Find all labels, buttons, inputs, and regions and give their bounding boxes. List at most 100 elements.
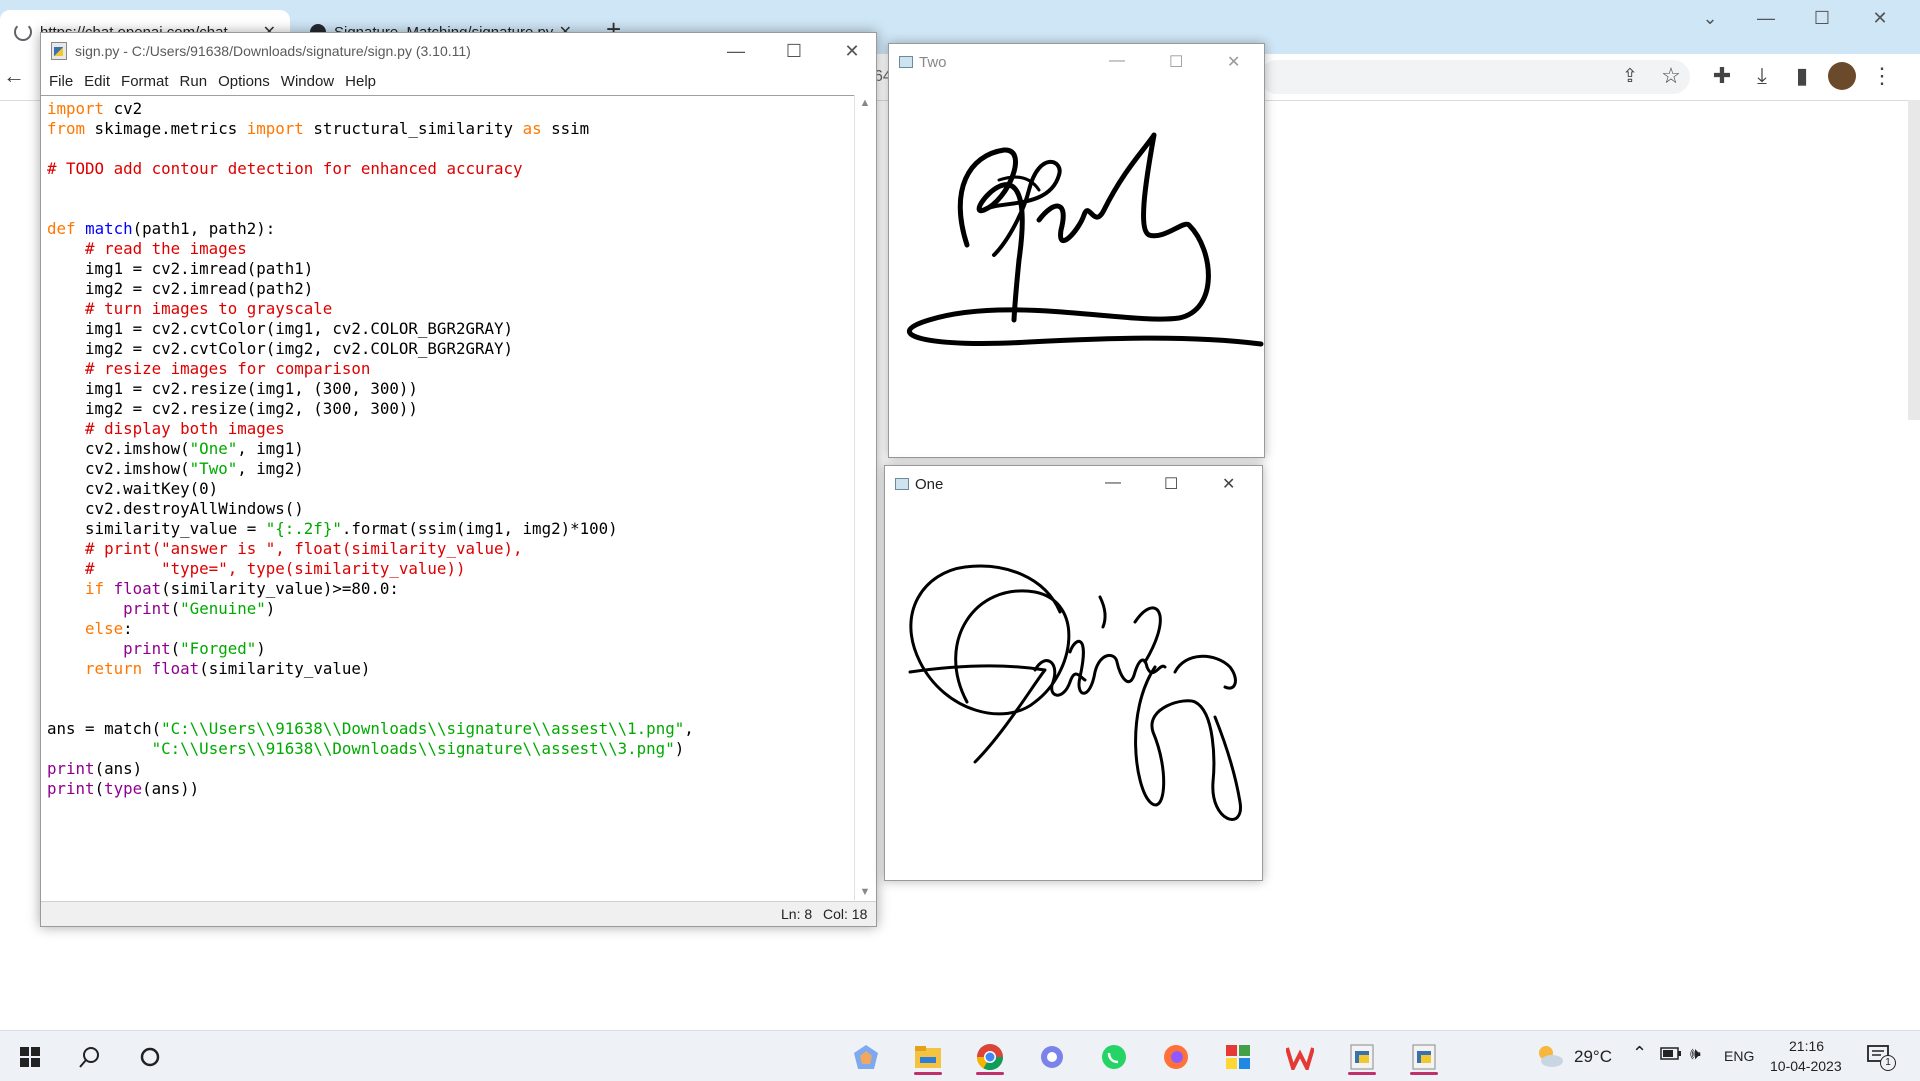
code-line[interactable]: similarity_value = "{:.2f}".format(ssim(… <box>47 519 854 539</box>
code-line[interactable]: cv2.imshow("Two", img2) <box>47 459 854 479</box>
notifications-icon[interactable]: 1 <box>1866 1043 1896 1072</box>
browser-scrollbar[interactable] <box>1908 100 1920 420</box>
maximize-icon[interactable]: ☐ <box>1164 474 1178 494</box>
teams-icon[interactable] <box>1032 1039 1072 1075</box>
close-icon[interactable]: ✕ <box>823 33 881 69</box>
code-line[interactable]: img2 = cv2.imread(path2) <box>47 279 854 299</box>
code-line[interactable]: if float(similarity_value)>=80.0: <box>47 579 854 599</box>
search-icon[interactable] <box>70 1039 110 1075</box>
windows-start-icon[interactable] <box>10 1039 50 1075</box>
firefox-icon[interactable] <box>1156 1039 1196 1075</box>
close-icon[interactable]: ✕ <box>1860 8 1900 29</box>
maximize-icon[interactable]: ☐ <box>1802 8 1842 29</box>
code-token: "{:.2f}" <box>265 519 342 538</box>
code-line[interactable]: cv2.imshow("One", img1) <box>47 439 854 459</box>
minimize-icon[interactable]: — <box>1746 8 1786 29</box>
close-icon[interactable]: ✕ <box>1222 474 1235 494</box>
maximize-icon[interactable]: ☐ <box>1169 52 1183 72</box>
file-explorer-icon[interactable] <box>908 1039 948 1075</box>
code-line[interactable]: print(type(ans)) <box>47 779 854 799</box>
code-line[interactable]: ​ <box>47 139 854 159</box>
menu-run[interactable]: Run <box>180 73 208 90</box>
menu-file[interactable]: File <box>49 73 73 90</box>
chevron-up-icon[interactable]: ⌃ <box>1632 1043 1647 1064</box>
avatar[interactable] <box>1828 62 1856 90</box>
menu-edit[interactable]: Edit <box>84 73 110 90</box>
code-line[interactable]: # display both images <box>47 419 854 439</box>
code-line[interactable]: img1 = cv2.imread(path1) <box>47 259 854 279</box>
vertical-scrollbar[interactable]: ▲ ▼ <box>854 95 875 900</box>
minimize-icon[interactable]: — <box>707 33 765 69</box>
cortana-icon[interactable] <box>130 1039 170 1075</box>
code-line[interactable]: ​ <box>47 679 854 699</box>
chrome-icon[interactable] <box>970 1039 1010 1075</box>
code-line[interactable]: img1 = cv2.resize(img1, (300, 300)) <box>47 379 854 399</box>
copilot-icon[interactable] <box>846 1039 886 1075</box>
signature-two-drawing <box>906 132 1264 347</box>
code-line[interactable]: else: <box>47 619 854 639</box>
code-line[interactable]: # TODO add contour detection for enhance… <box>47 159 854 179</box>
code-text[interactable]: import cv2 from skimage.metrics import st… <box>41 96 854 799</box>
code-line[interactable]: print("Forged") <box>47 639 854 659</box>
whatsapp-icon[interactable] <box>1094 1039 1134 1075</box>
opencv-window-two: Two — ☐ ✕ <box>888 43 1265 458</box>
code-line[interactable]: import cv2 <box>47 99 854 119</box>
code-line[interactable]: # read the images <box>47 239 854 259</box>
minimize-icon[interactable]: — <box>1105 474 1121 492</box>
battery-icon[interactable] <box>1660 1047 1682 1064</box>
code-line[interactable]: img1 = cv2.cvtColor(img1, cv2.COLOR_BGR2… <box>47 319 854 339</box>
code-token: (ans)) <box>142 779 200 798</box>
code-line[interactable]: # print("answer is ", float(similarity_v… <box>47 539 854 559</box>
menu-window[interactable]: Window <box>281 73 334 90</box>
scroll-up-icon[interactable]: ▲ <box>855 97 875 109</box>
idle-icon-2[interactable] <box>1404 1039 1444 1075</box>
sidepanel-icon[interactable]: ▮ <box>1788 62 1816 90</box>
code-line[interactable]: # "type=", type(similarity_value)) <box>47 559 854 579</box>
code-token: , img2) <box>237 459 304 478</box>
maximize-icon[interactable]: ☐ <box>765 33 823 69</box>
weather-temp[interactable]: 29°C <box>1574 1047 1612 1067</box>
code-line[interactable]: img2 = cv2.cvtColor(img2, cv2.COLOR_BGR2… <box>47 339 854 359</box>
language-indicator[interactable]: ENG <box>1724 1048 1754 1064</box>
code-line[interactable]: img2 = cv2.resize(img2, (300, 300)) <box>47 399 854 419</box>
code-line[interactable]: # resize images for comparison <box>47 359 854 379</box>
code-line[interactable]: print(ans) <box>47 759 854 779</box>
weather-icon[interactable] <box>1534 1043 1564 1072</box>
idle-icon[interactable] <box>1342 1039 1382 1075</box>
code-line[interactable]: cv2.waitKey(0) <box>47 479 854 499</box>
clock-time[interactable]: 21:16 <box>1789 1038 1824 1054</box>
menu-options[interactable]: Options <box>218 73 270 90</box>
app-grid-icon[interactable] <box>1218 1039 1258 1075</box>
active-indicator <box>1410 1072 1438 1075</box>
window-icon <box>895 478 909 490</box>
scroll-down-icon[interactable]: ▼ <box>855 886 875 898</box>
minimize-icon[interactable]: — <box>1109 52 1125 70</box>
extensions-icon[interactable]: ✚ <box>1708 62 1736 90</box>
code-line[interactable]: ​ <box>47 699 854 719</box>
wps-icon[interactable] <box>1280 1039 1320 1075</box>
code-token: print <box>123 599 171 618</box>
code-line[interactable]: print("Genuine") <box>47 599 854 619</box>
close-icon[interactable]: ✕ <box>1227 52 1240 72</box>
code-line[interactable]: "C:\\Users\\91638\\Downloads\\signature\… <box>47 739 854 759</box>
download-icon[interactable]: ⤓ <box>1748 62 1776 90</box>
code-line[interactable]: from skimage.metrics import structural_s… <box>47 119 854 139</box>
code-editor[interactable]: import cv2 from skimage.metrics import st… <box>41 95 854 901</box>
kebab-menu-icon[interactable]: ⋮ <box>1868 62 1896 90</box>
back-arrow-icon[interactable]: ← <box>0 62 28 90</box>
star-icon[interactable]: ☆ <box>1657 62 1685 90</box>
clock-date[interactable]: 10-04-2023 <box>1770 1058 1842 1074</box>
menu-help[interactable]: Help <box>345 73 376 90</box>
volume-icon[interactable]: 🕪 <box>1690 1044 1701 1064</box>
tab-search-icon[interactable]: ⌄ <box>1690 8 1730 29</box>
code-line[interactable]: cv2.destroyAllWindows() <box>47 499 854 519</box>
code-line[interactable]: ans = match("C:\\Users\\91638\\Downloads… <box>47 719 854 739</box>
idle-menubar: File Edit Format Run Options Window Help <box>41 69 876 93</box>
code-line[interactable]: ​ <box>47 179 854 199</box>
code-line[interactable]: return float(similarity_value) <box>47 659 854 679</box>
code-line[interactable]: ​ <box>47 199 854 219</box>
code-line[interactable]: # turn images to grayscale <box>47 299 854 319</box>
share-icon[interactable]: ⇪ <box>1616 62 1644 90</box>
menu-format[interactable]: Format <box>121 73 169 90</box>
code-line[interactable]: def match(path1, path2): <box>47 219 854 239</box>
